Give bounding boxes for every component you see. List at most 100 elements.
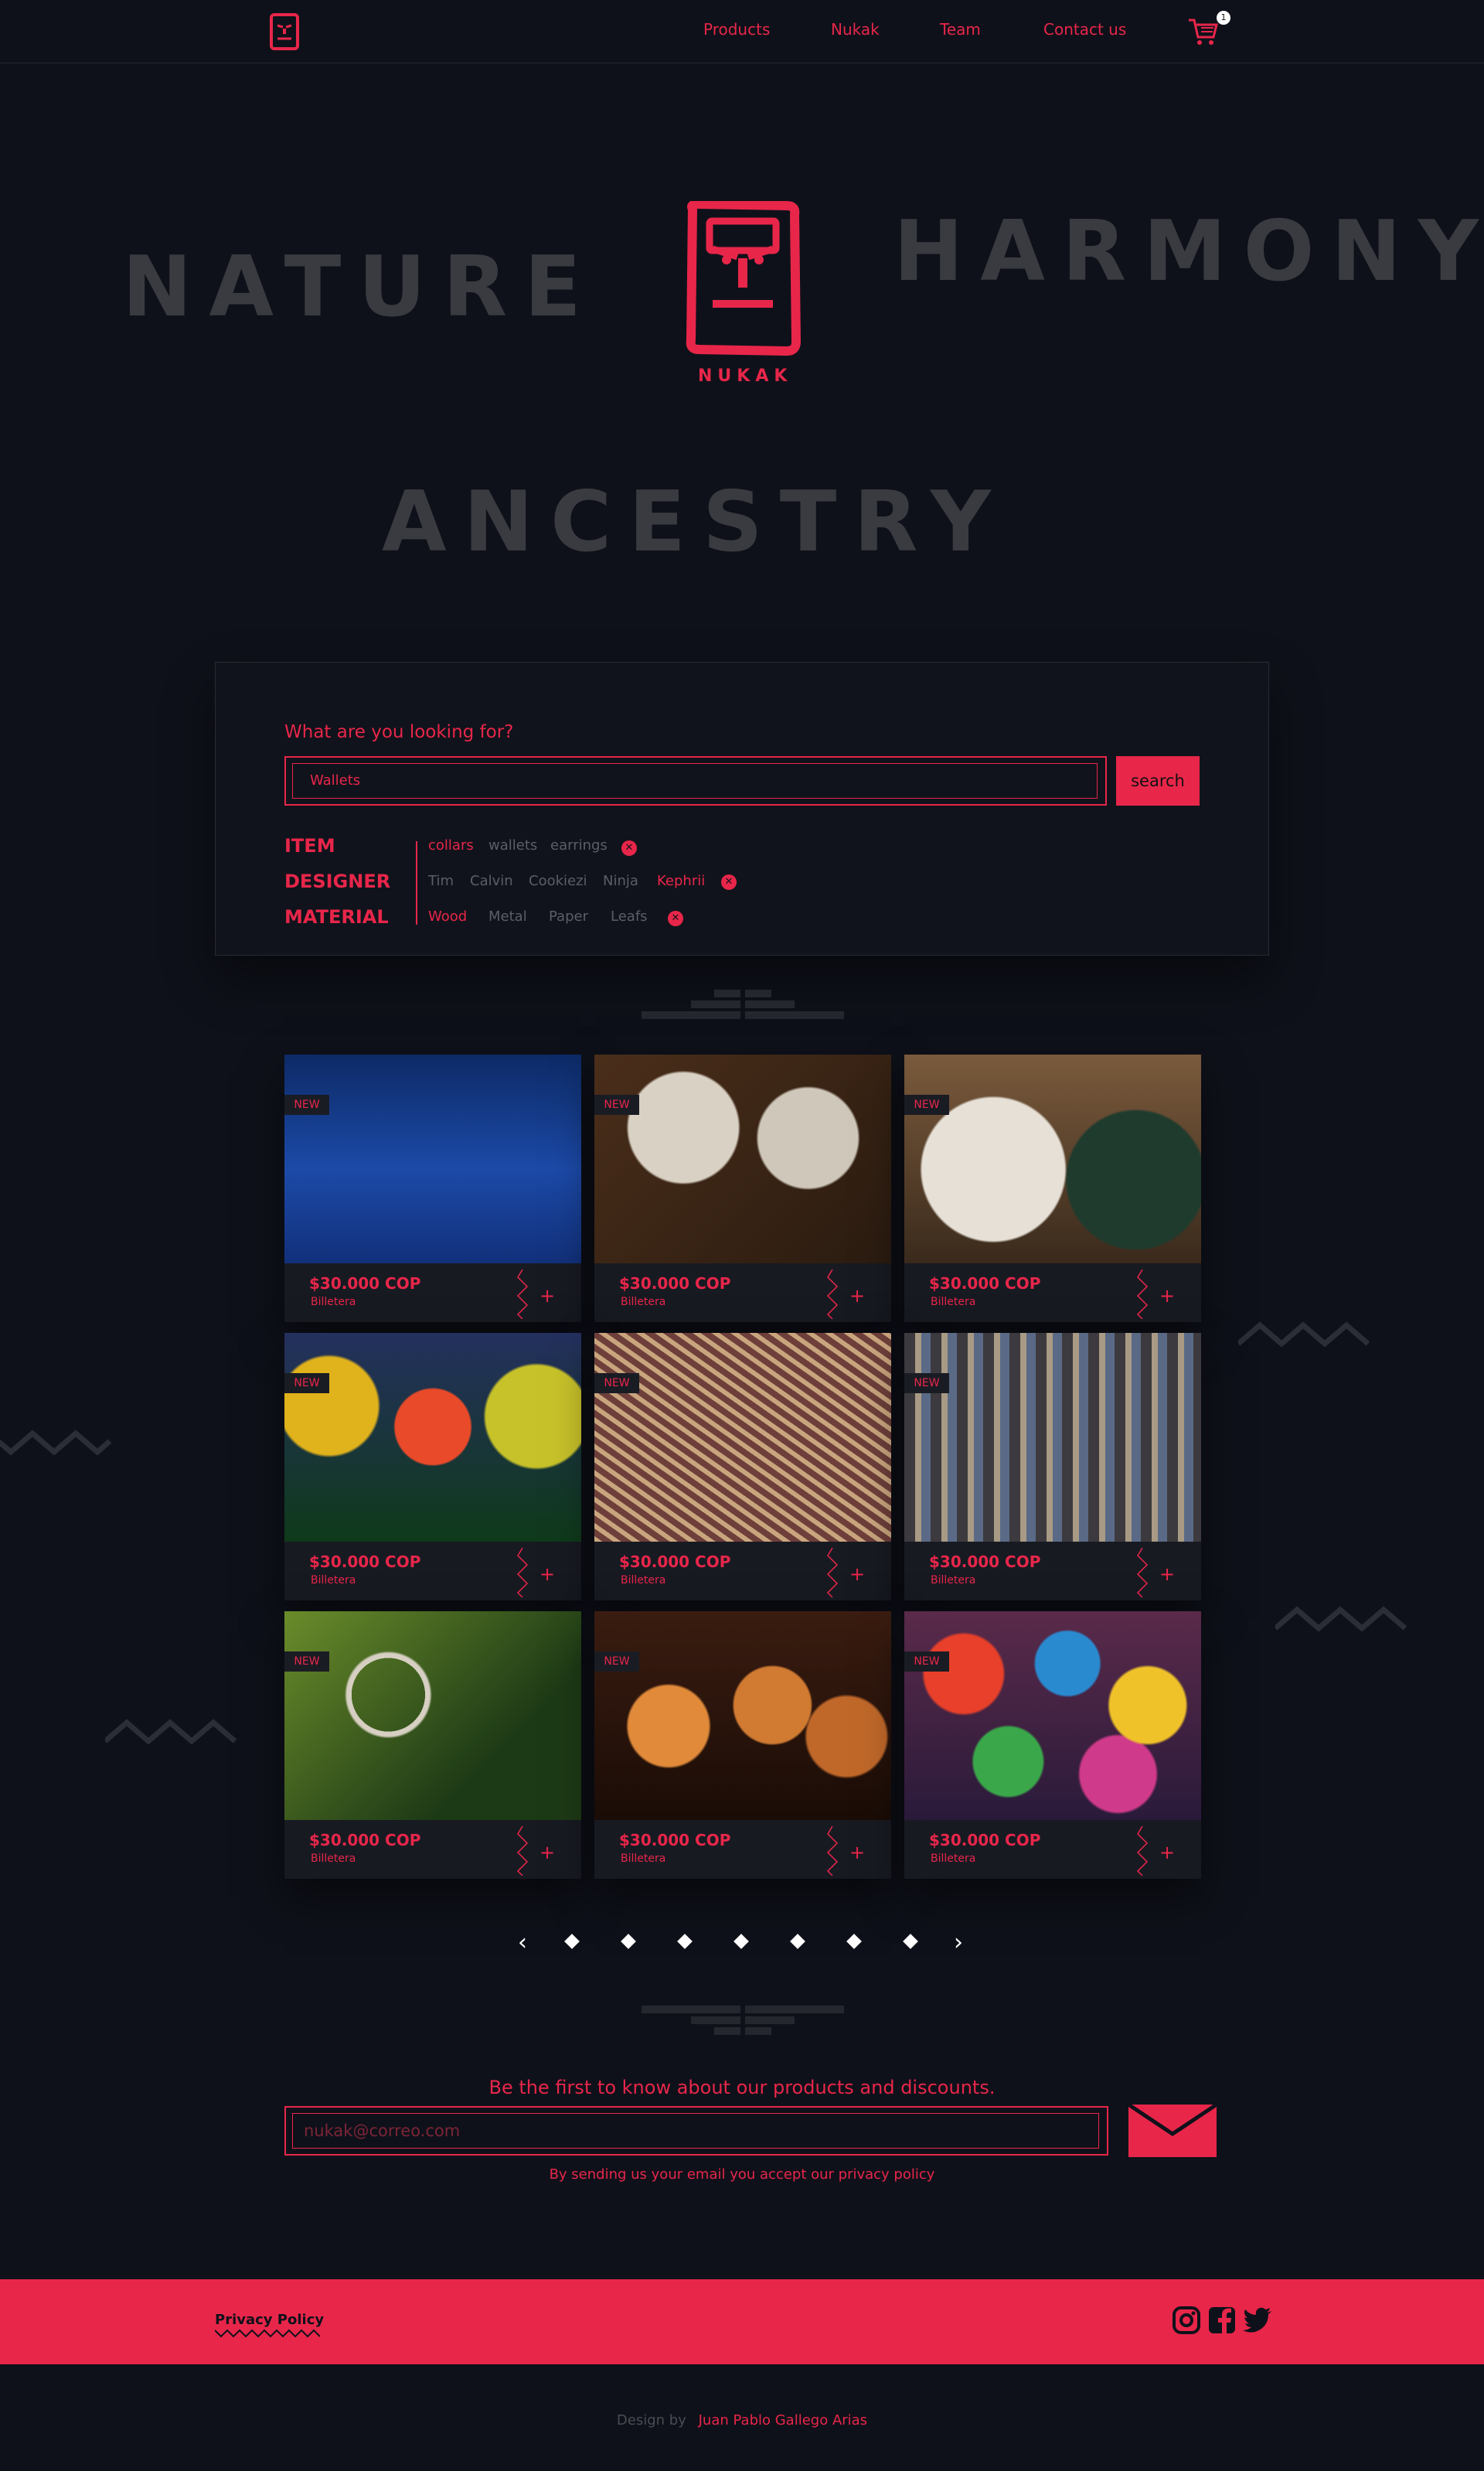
filter-label-designer: DESIGNER	[284, 871, 391, 892]
product-price: $30.000 COP	[619, 1831, 731, 1849]
product-card[interactable]: NEW $30.000 COP Billetera +	[594, 1333, 891, 1600]
add-to-cart-icon[interactable]: +	[849, 1563, 865, 1585]
product-price: $30.000 COP	[619, 1552, 731, 1571]
product-image[interactable]	[594, 1333, 891, 1542]
nav-link-nukak[interactable]: Nukak	[831, 20, 880, 39]
add-to-cart-icon[interactable]: +	[1159, 1842, 1175, 1863]
product-name: Billetera	[931, 1296, 976, 1308]
cart-count-badge: 1	[1217, 11, 1230, 25]
product-image[interactable]	[904, 1611, 1201, 1820]
filter-chip-wood[interactable]: Wood	[428, 908, 467, 925]
new-badge: NEW	[594, 1373, 639, 1393]
nav-link-products[interactable]: Products	[703, 20, 770, 39]
zigzag-divider-icon	[826, 1270, 839, 1319]
send-email-icon[interactable]	[1127, 2102, 1218, 2157]
privacy-zigzag-icon	[215, 2329, 320, 2338]
product-name: Billetera	[311, 1296, 356, 1308]
brick-divider-bottom-icon	[642, 2004, 844, 2043]
filter-chip-earrings[interactable]: earrings	[550, 837, 608, 854]
filter-chip-wallets[interactable]: wallets	[488, 837, 537, 854]
page-dot[interactable]	[564, 1934, 580, 1949]
nav-link-team[interactable]: Team	[940, 20, 981, 39]
newsletter-note: By sending us your email you accept our …	[549, 2166, 935, 2183]
add-to-cart-icon[interactable]: +	[849, 1842, 865, 1863]
add-to-cart-icon[interactable]: +	[539, 1842, 555, 1863]
prev-page-icon[interactable]: ‹	[518, 1931, 527, 1955]
zigzag-divider-icon	[826, 1826, 839, 1876]
search-input[interactable]: Wallets	[284, 756, 1107, 806]
product-name: Billetera	[621, 1852, 666, 1865]
nav-link-contact[interactable]: Contact us	[1043, 20, 1126, 39]
filter-chip-cookiezi[interactable]: Cookiezi	[529, 873, 587, 889]
hero-brand-name: NUKAK	[698, 366, 793, 386]
page-dot[interactable]	[621, 1934, 636, 1949]
filter-chip-leafs[interactable]: Leafs	[611, 908, 648, 925]
product-card[interactable]: NEW $30.000 COP Billetera +	[284, 1055, 581, 1322]
page-dot[interactable]	[846, 1934, 862, 1949]
add-to-cart-icon[interactable]: +	[1159, 1563, 1175, 1585]
page-dot[interactable]	[903, 1934, 918, 1949]
clear-item-filter-icon[interactable]: ✕	[621, 840, 637, 856]
privacy-policy-link[interactable]: Privacy Policy	[215, 2312, 324, 2328]
product-name: Billetera	[311, 1574, 356, 1587]
new-badge: NEW	[904, 1651, 949, 1672]
clear-designer-filter-icon[interactable]: ✕	[721, 874, 737, 890]
twitter-icon[interactable]	[1243, 2307, 1272, 2333]
add-to-cart-icon[interactable]: +	[1159, 1285, 1175, 1307]
filter-label-material: MATERIAL	[284, 906, 389, 928]
newsletter-title: Be the first to know about our products …	[488, 2077, 996, 2098]
search-button[interactable]: search	[1116, 756, 1200, 806]
facebook-icon[interactable]	[1207, 2306, 1237, 2335]
filter-chip-tim[interactable]: Tim	[428, 873, 454, 889]
search-input-value[interactable]: Wallets	[292, 763, 1098, 799]
nukak-logo-icon[interactable]	[269, 12, 300, 51]
product-image[interactable]	[284, 1055, 581, 1263]
filter-chip-paper[interactable]: Paper	[549, 908, 588, 925]
product-image[interactable]	[904, 1333, 1201, 1542]
product-card[interactable]: NEW $30.000 COP Billetera +	[904, 1333, 1201, 1600]
hero-word-nature: NATURE	[122, 239, 598, 336]
add-to-cart-icon[interactable]: +	[539, 1285, 555, 1307]
filter-divider	[416, 841, 417, 925]
cart-icon[interactable]	[1187, 17, 1221, 48]
page-dot[interactable]	[790, 1934, 805, 1949]
email-field[interactable]	[293, 2114, 1098, 2148]
filter-chip-kephrii[interactable]: Kephrii	[657, 873, 705, 889]
product-price: $30.000 COP	[309, 1552, 421, 1571]
brick-divider-icon	[642, 988, 844, 1027]
hero-word-harmony: HARMONY	[893, 203, 1484, 300]
page-dot[interactable]	[677, 1934, 693, 1949]
product-name: Billetera	[931, 1574, 976, 1587]
new-badge: NEW	[904, 1095, 949, 1115]
new-badge: NEW	[284, 1095, 329, 1115]
product-image[interactable]	[594, 1055, 891, 1263]
filter-chip-ninja[interactable]: Ninja	[603, 873, 638, 889]
product-image[interactable]	[594, 1611, 891, 1820]
product-card[interactable]: NEW $30.000 COP Billetera +	[594, 1611, 891, 1879]
design-credit: Design by Juan Pablo Gallego Arias	[0, 2412, 1484, 2428]
product-image[interactable]	[904, 1055, 1201, 1263]
zigzag-divider-icon	[1136, 1548, 1149, 1597]
product-card[interactable]: NEW $30.000 COP Billetera +	[284, 1333, 581, 1600]
credit-author-link[interactable]: Juan Pablo Gallego Arias	[699, 2412, 867, 2428]
product-name: Billetera	[311, 1852, 356, 1865]
add-to-cart-icon[interactable]: +	[849, 1285, 865, 1307]
product-card[interactable]: NEW $30.000 COP Billetera +	[904, 1611, 1201, 1879]
zigzag-decoration-icon	[1275, 1606, 1407, 1631]
product-card[interactable]: NEW $30.000 COP Billetera +	[594, 1055, 891, 1322]
page-dot[interactable]	[733, 1934, 749, 1949]
product-image[interactable]	[284, 1611, 581, 1820]
product-card[interactable]: NEW $30.000 COP Billetera +	[284, 1611, 581, 1879]
clear-material-filter-icon[interactable]: ✕	[668, 911, 683, 926]
product-price: $30.000 COP	[309, 1831, 421, 1849]
product-price: $30.000 COP	[929, 1831, 1041, 1849]
add-to-cart-icon[interactable]: +	[539, 1563, 555, 1585]
product-card[interactable]: NEW $30.000 COP Billetera +	[904, 1055, 1201, 1322]
new-badge: NEW	[594, 1651, 639, 1672]
product-image[interactable]	[284, 1333, 581, 1542]
instagram-icon[interactable]	[1172, 2306, 1201, 2335]
filter-chip-calvin[interactable]: Calvin	[470, 873, 513, 889]
filter-chip-metal[interactable]: Metal	[488, 908, 527, 925]
next-page-icon[interactable]: ›	[954, 1931, 963, 1955]
filter-chip-collars[interactable]: collars	[428, 837, 474, 854]
